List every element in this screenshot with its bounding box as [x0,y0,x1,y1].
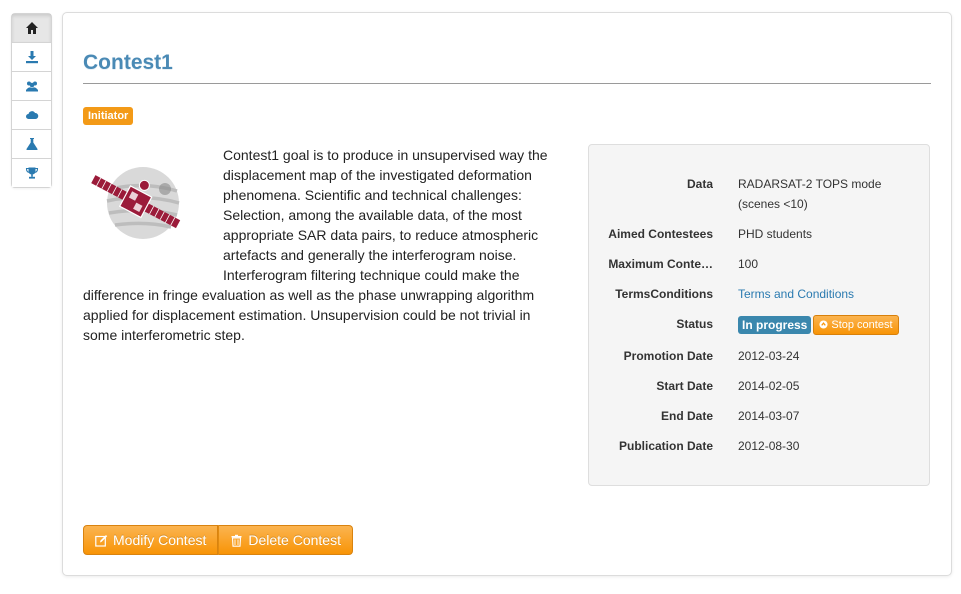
info-value-start: 2014-02-05 [738,379,800,393]
modify-contest-label: Modify Contest [113,532,207,548]
info-label-start: Start Date [656,379,713,393]
trash-icon [231,534,242,547]
home-icon [25,22,38,34]
delete-contest-label: Delete Contest [248,532,341,548]
cloud-icon [25,111,38,119]
nav-home-button[interactable] [12,14,51,43]
trophy-icon [25,167,38,179]
edit-icon [95,534,108,547]
download-icon [25,51,38,64]
side-nav [11,13,52,188]
contest-description: Contest1 goal is to produce in unsupervi… [83,145,561,345]
page-title: Contest1 [83,51,173,74]
nav-download-button[interactable] [12,43,51,72]
stop-circle-icon [819,320,828,329]
info-label-data: Data [686,177,713,191]
info-row-terms: TermsConditions Terms and Conditions [589,284,929,304]
stop-contest-button[interactable]: Stop contest [813,314,899,335]
flask-icon [25,138,38,150]
terms-link[interactable]: Terms and Conditions [738,287,854,301]
info-label-publication: Publication Date [618,439,713,453]
info-label-aimed: Aimed Contestees [608,227,713,241]
info-row-max: Maximum Conte… 100 [589,254,929,274]
info-row-promotion: Promotion Date 2012-03-24 [589,346,929,366]
description-image-spacer [83,145,223,281]
info-value-aimed: PHD students [738,227,813,241]
modify-contest-button[interactable]: Modify Contest [83,525,219,555]
info-label-status: Status [676,317,713,331]
info-row-start: Start Date 2014-02-05 [589,376,929,396]
info-label-end: End Date [660,409,713,423]
contest-info-panel: Data RADARSAT-2 TOPS mode (scenes <10) A… [588,144,930,486]
info-row-end: End Date 2014-03-07 [589,406,929,426]
role-badge: Initiator [83,107,134,125]
info-label-promotion: Promotion Date [623,349,713,363]
info-value-publication: 2012-08-30 [738,439,800,453]
users-icon [25,81,38,92]
info-row-status: Status In progress Stop contest [589,314,929,335]
stop-contest-label: Stop contest [831,318,893,331]
contest-card: Contest1 Initiator Contest1 goal is to p… [62,12,952,576]
info-value-promotion: 2012-03-24 [738,349,800,363]
status-badge: In progress [738,315,812,334]
info-value-data: RADARSAT-2 TOPS mode (scenes <10) [738,177,882,211]
info-row-publication: Publication Date 2012-08-30 [589,436,929,456]
info-label-terms: TermsConditions [615,287,713,301]
nav-cloud-button[interactable] [12,101,51,130]
delete-contest-button[interactable]: Delete Contest [218,525,353,555]
nav-trophy-button[interactable] [12,159,51,187]
title-divider [83,83,931,84]
nav-users-button[interactable] [12,72,51,101]
info-row-aimed: Aimed Contestees PHD students [589,224,929,244]
info-value-end: 2014-03-07 [738,409,800,423]
info-row-data: Data RADARSAT-2 TOPS mode (scenes <10) [589,174,929,214]
nav-flask-button[interactable] [12,130,51,159]
info-label-max: Maximum Conte… [608,257,713,271]
info-value-max: 100 [738,257,759,271]
contest-actions: Modify Contest Delete Contest [83,525,353,555]
